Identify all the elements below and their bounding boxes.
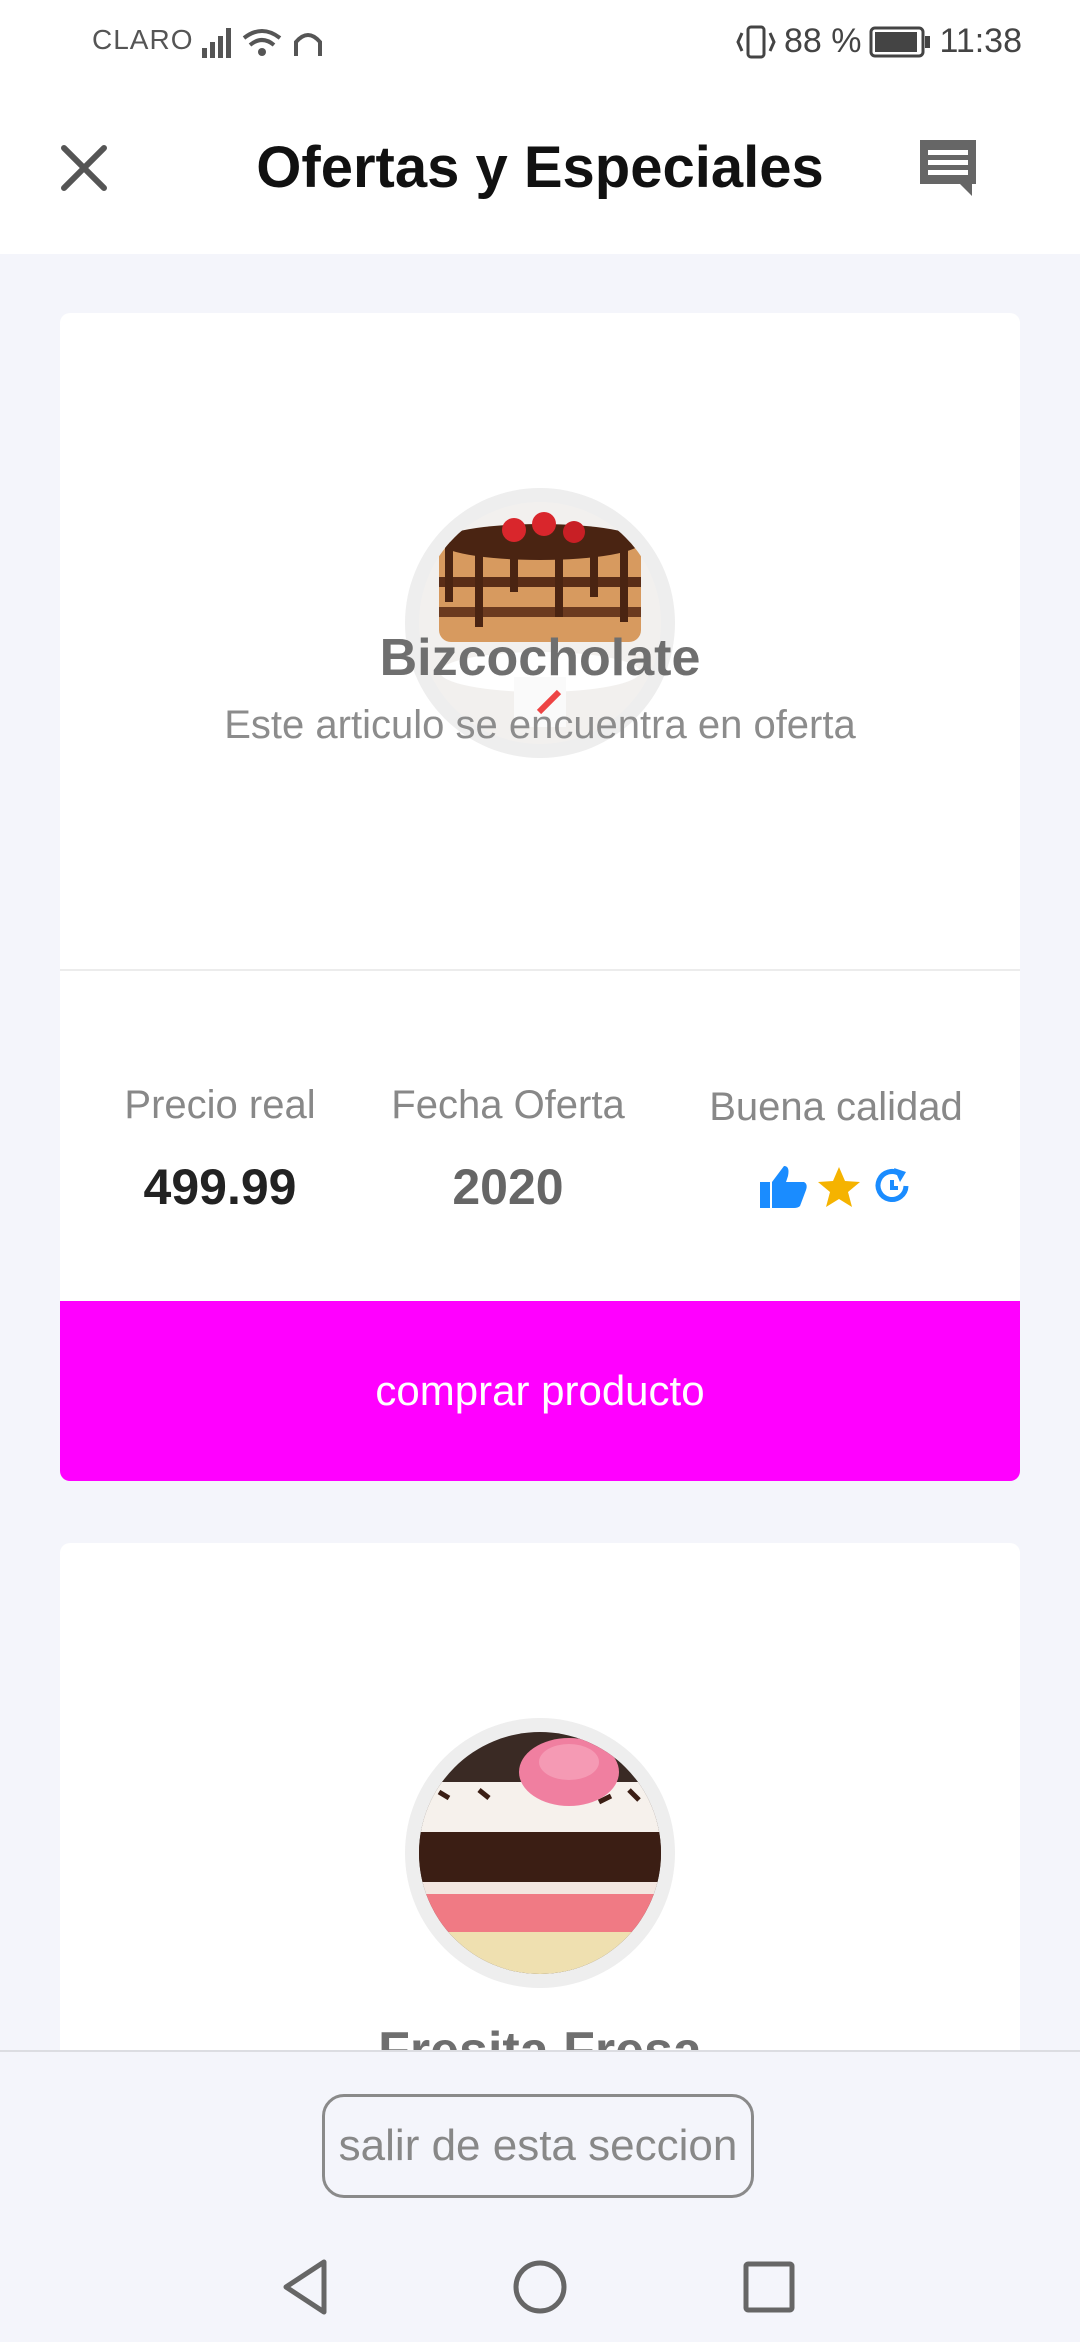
stat-label: Fecha Oferta — [391, 1083, 625, 1127]
back-icon[interactable] — [274, 2252, 344, 2322]
bottom-bar: salir de esta seccion — [0, 2050, 1080, 2342]
stat-real-price: Precio real 499.99 — [60, 1083, 380, 1216]
header: Ofertas y Especiales — [0, 84, 1080, 254]
product-description: Este articulo se encuentra en oferta — [224, 703, 856, 747]
product-name: Bizcocholate — [379, 629, 701, 687]
status-right: 88 % 11:38 — [736, 22, 1022, 61]
thumbs-up-icon — [760, 1166, 807, 1208]
recents-icon[interactable] — [734, 2252, 804, 2322]
carrier-name: CLARO — [92, 24, 194, 55]
stat-offer-date: Fecha Oferta 2020 — [348, 1083, 668, 1216]
stat-quality: Buena calidad — [666, 1085, 1006, 1210]
stat-label: Buena calidad — [709, 1085, 963, 1129]
battery-icon — [869, 26, 931, 57]
chat-icon[interactable] — [916, 136, 980, 200]
strawberry-cake-image — [419, 1732, 661, 1974]
offer-card: Bizcocholate Este articulo se encuentra … — [60, 313, 1020, 1481]
battery-percent: 88 % — [783, 22, 862, 60]
vibrate-icon — [736, 25, 776, 58]
refresh-icon — [875, 1168, 909, 1202]
stat-value: 2020 — [452, 1159, 564, 1215]
exit-section-button[interactable]: salir de esta seccion — [322, 2094, 754, 2198]
divider — [60, 969, 1020, 971]
status-bar: CLARO 88 % 11:38 — [0, 0, 1080, 84]
product-image — [405, 1718, 675, 1988]
star-icon — [818, 1167, 860, 1207]
quality-icons — [666, 1164, 1006, 1210]
stat-label: Precio real — [124, 1083, 316, 1127]
clock: 11:38 — [939, 22, 1022, 60]
stat-value: 499.99 — [143, 1159, 297, 1215]
buy-product-button[interactable]: comprar producto — [60, 1301, 1020, 1481]
home-icon[interactable] — [505, 2252, 575, 2322]
signal-wifi-icons — [202, 28, 322, 58]
